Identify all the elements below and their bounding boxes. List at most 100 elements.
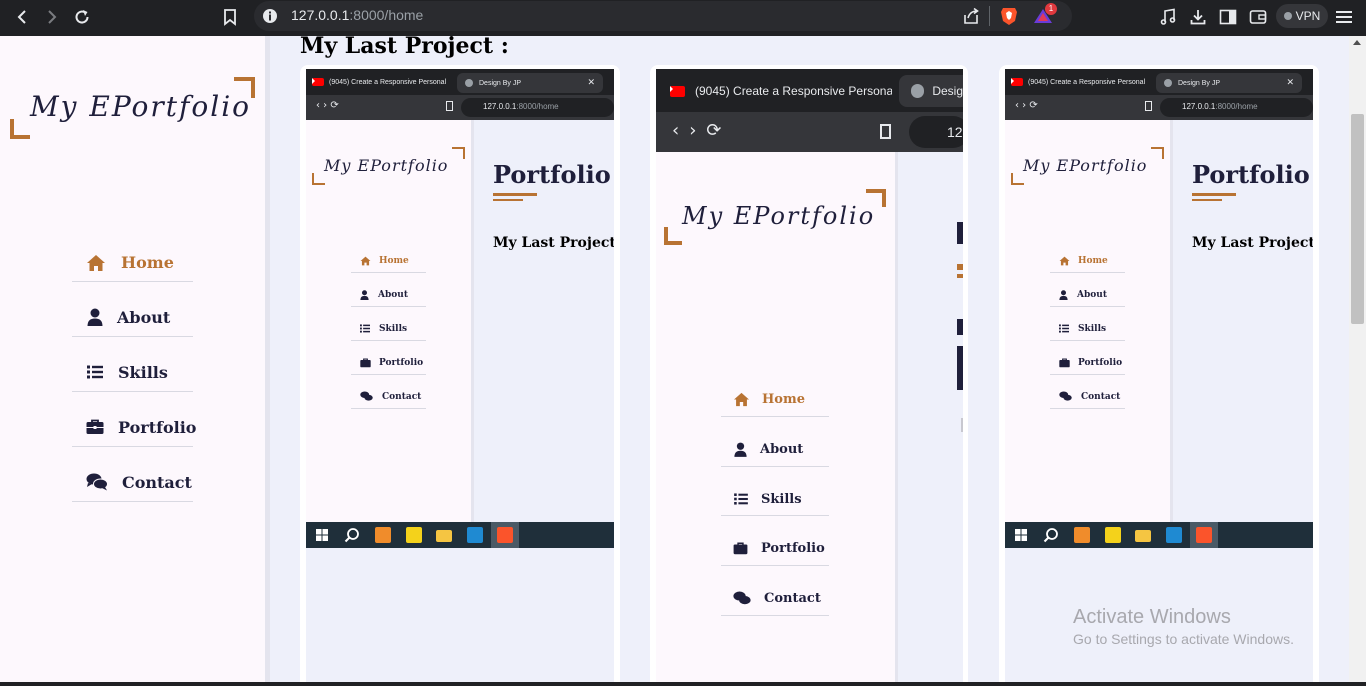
windows-activation-watermark: Activate Windows Go to Settings to activ… xyxy=(1073,606,1294,647)
cropped-divider xyxy=(961,418,963,432)
sidebar: My EPortfolio Home About Skills Portfoli… xyxy=(0,36,265,682)
screenshot-nav-about: About xyxy=(351,273,426,307)
logo-corner-bottom xyxy=(664,227,682,245)
wallet-icon[interactable] xyxy=(1247,6,1269,28)
cropped-project-image xyxy=(957,346,963,390)
media-icon[interactable] xyxy=(1157,6,1179,28)
globe-icon xyxy=(465,79,473,87)
sidebar-item-portfolio[interactable]: Portfolio xyxy=(72,392,196,447)
screenshot-toolbar: ‹›⟳ 12 xyxy=(656,112,963,152)
user-icon xyxy=(360,289,369,300)
list-icon xyxy=(734,493,748,505)
sidebar-item-home[interactable]: Home xyxy=(72,244,193,282)
watermark-subtitle: Go to Settings to activate Windows. xyxy=(1073,631,1294,647)
screenshot-logo: My EPortfolio xyxy=(682,202,876,230)
title-underline xyxy=(1192,199,1222,201)
project-card[interactable]: (9045) Create a Responsive Personal Desi… xyxy=(300,65,620,682)
section-heading: My Last Project : xyxy=(300,36,509,59)
screenshot-tab: (9045) Create a Responsive Personal xyxy=(312,75,452,89)
screenshot-nav: Home About Skills Portfolio Contact xyxy=(721,383,829,616)
close-icon: ✕ xyxy=(1286,77,1294,87)
close-icon: ✕ xyxy=(587,77,595,87)
globe-icon xyxy=(1164,79,1172,87)
sidebar-item-contact[interactable]: Contact xyxy=(72,447,193,502)
user-icon xyxy=(87,308,103,326)
title-underline xyxy=(1192,193,1236,196)
sidebar-item-label: Home xyxy=(121,253,174,272)
nav-arrows-icon: ‹ › ⟳ xyxy=(1015,100,1038,111)
bookmark-icon xyxy=(1145,101,1152,111)
screenshot-address-bar: 12 xyxy=(909,116,963,148)
project-card[interactable]: (9045) Create a Responsive Personal Desi… xyxy=(650,65,968,682)
xampp-icon xyxy=(375,527,391,543)
menu-icon[interactable] xyxy=(1333,6,1355,28)
screenshot-nav-about: About xyxy=(721,417,829,467)
sticky-notes-icon xyxy=(406,527,422,543)
screenshot-sidebar: My EPortfolio Home About Skills Portfoli… xyxy=(306,120,471,522)
home-icon xyxy=(734,392,749,407)
list-icon xyxy=(360,324,370,333)
address-bar[interactable]: 127.0.0.1:8000/home 1 xyxy=(254,1,1072,31)
screenshot-empty-area xyxy=(306,548,614,682)
screenshot-tab-strip: (9045) Create a Responsive Personal Desi… xyxy=(1005,69,1313,95)
brave-shields-icon[interactable] xyxy=(1000,6,1018,30)
screenshot-tab-active: Design By JP ✕ xyxy=(1156,73,1302,93)
project-screenshot: (9045) Create a Responsive Personal Desi… xyxy=(1005,69,1313,682)
screenshot-tab: (9045) Create a Responsive Personal xyxy=(1011,75,1151,89)
reload-icon[interactable] xyxy=(71,6,93,28)
logo-corner-bottom xyxy=(10,119,30,139)
user-icon xyxy=(1059,289,1068,300)
screenshot-tab: (9045) Create a Responsive Personal xyxy=(670,82,892,100)
screenshot-taskbar xyxy=(1005,522,1313,548)
briefcase-icon xyxy=(733,542,748,555)
logo-corner-top xyxy=(1151,147,1164,159)
scroll-up-icon[interactable] xyxy=(1353,40,1361,45)
project-screenshot: (9045) Create a Responsive Personal Desi… xyxy=(306,69,614,682)
globe-icon xyxy=(911,84,925,98)
vpn-button[interactable]: VPN xyxy=(1276,4,1328,28)
comments-icon xyxy=(86,473,108,491)
url-text[interactable]: 127.0.0.1:8000/home xyxy=(291,7,423,23)
main-content: My Last Project : (9045) Create a Respon… xyxy=(270,36,1349,682)
sidebar-toggle-icon[interactable] xyxy=(1217,6,1239,28)
page-scrollbar[interactable] xyxy=(1349,36,1366,682)
vpn-status-icon xyxy=(1283,12,1292,20)
site-logo[interactable]: My EPortfolio xyxy=(30,90,251,123)
youtube-icon xyxy=(670,85,685,97)
file-explorer-icon xyxy=(1135,530,1151,542)
site-info-icon[interactable] xyxy=(262,8,278,28)
screenshot-main: Portfolio My Last Project : xyxy=(1173,120,1313,522)
sidebar-item-skills[interactable]: Skills xyxy=(72,337,193,392)
screenshot-nav: Home About Skills Portfolio Contact xyxy=(1050,250,1125,409)
screenshot-main: Portfolio My Last Project : xyxy=(474,120,614,522)
bookmark-icon[interactable] xyxy=(219,6,241,28)
list-icon xyxy=(87,365,103,379)
screenshot-nav-about: About xyxy=(1050,273,1125,307)
user-icon xyxy=(734,442,747,457)
project-card[interactable]: (9045) Create a Responsive Personal Desi… xyxy=(999,65,1319,682)
briefcase-icon xyxy=(1059,357,1070,367)
forward-icon[interactable] xyxy=(41,6,63,28)
screenshot-tab-strip: (9045) Create a Responsive Personal Desi… xyxy=(306,69,614,95)
youtube-icon xyxy=(312,78,324,86)
screenshot-nav-skills: Skills xyxy=(351,307,426,341)
sidebar-item-about[interactable]: About xyxy=(72,282,193,337)
screenshot-address-bar: 127.0.0.1:8000/home xyxy=(1160,98,1313,117)
share-icon[interactable] xyxy=(962,7,980,29)
sticky-notes-icon xyxy=(1105,527,1121,543)
cropped-underline xyxy=(957,274,963,278)
youtube-icon xyxy=(1011,78,1023,86)
sidebar-nav: Home About Skills Portfolio Contact xyxy=(72,244,196,502)
screenshot-main xyxy=(898,152,963,682)
screenshot-taskbar xyxy=(306,522,614,548)
download-icon[interactable] xyxy=(1187,6,1209,28)
back-icon[interactable] xyxy=(11,6,33,28)
cropped-subheading-glyph xyxy=(957,319,963,335)
sidebar-item-label: About xyxy=(117,307,171,327)
browser-toolbar: 127.0.0.1:8000/home 1 VPN xyxy=(0,0,1366,36)
screenshot-sidebar: My EPortfolio Home About Skills Portfoli… xyxy=(656,152,895,682)
scrollbar-thumb[interactable] xyxy=(1351,114,1364,324)
screenshot-tab-active: Desig xyxy=(899,75,963,107)
screenshot-logo: My EPortfolio xyxy=(324,156,449,175)
screenshot-subheading: My Last Project : xyxy=(1192,235,1313,251)
